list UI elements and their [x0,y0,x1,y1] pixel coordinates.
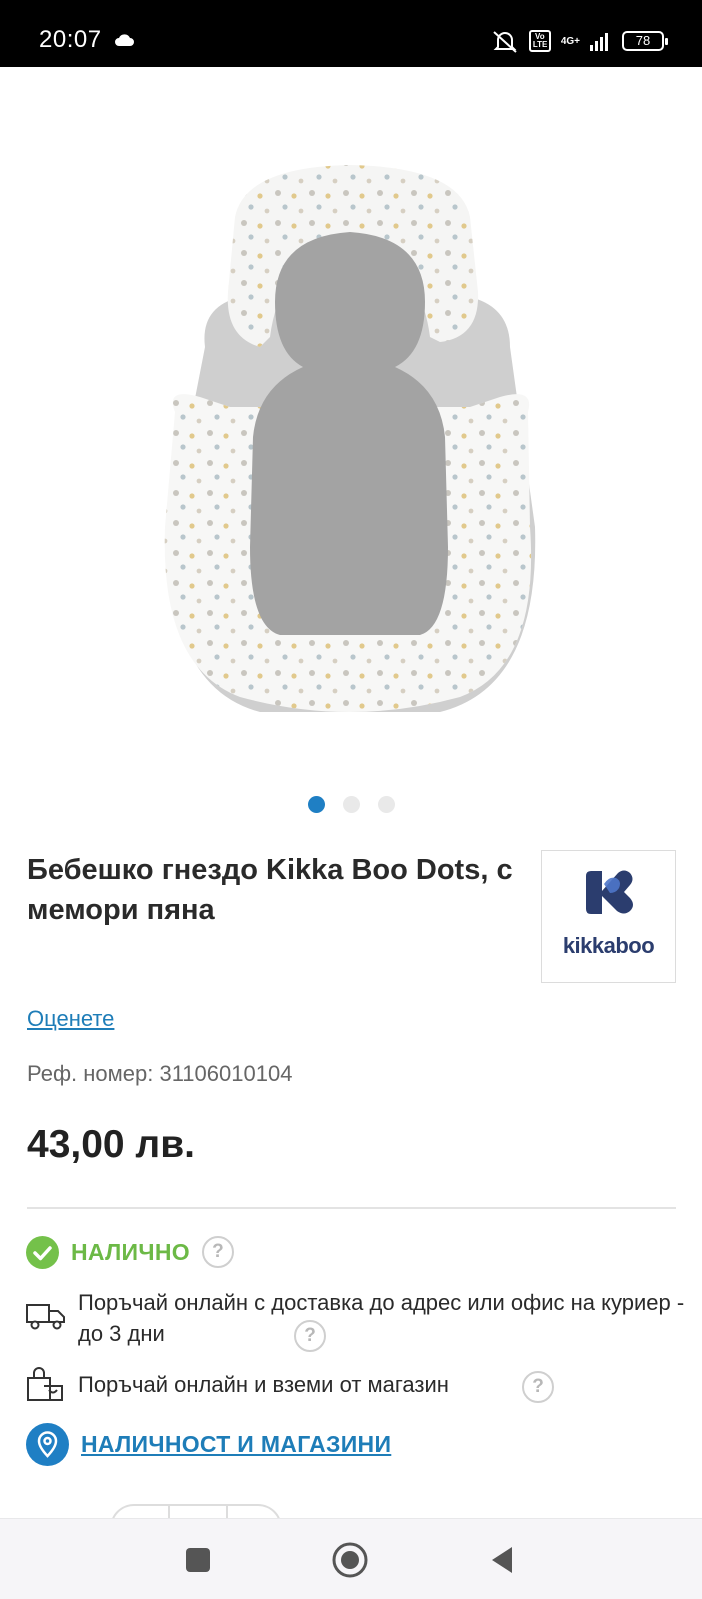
stock-status-label: НАЛИЧНО [71,1238,190,1265]
price: 43,00 лв. [27,1123,196,1166]
signal-icon [590,33,608,51]
status-bar: 20:07 Vo LTE 4G+ 78 [0,0,702,67]
stock-status: НАЛИЧНО ? [26,1235,234,1269]
stores-row[interactable]: НАЛИЧНОСТ И МАГАЗИНИ [26,1422,391,1466]
check-circle-icon [26,1235,59,1269]
status-icons: Vo LTE 4G+ 78 [491,28,668,54]
delivery-text: Поръчай онлайн с доставка до адрес или о… [78,1290,685,1346]
delivery-help-icon[interactable]: ? [294,1320,326,1352]
back-triangle-icon[interactable] [484,1541,522,1579]
recents-square-icon[interactable] [179,1541,217,1579]
divider [27,1207,676,1209]
carousel-indicator [0,796,702,813]
pickup-option: Поръчай онлайн и вземи от магазин ? [26,1366,686,1406]
kikkaboo-logo-icon [586,870,633,914]
stores-availability-link[interactable]: НАЛИЧНОСТ И МАГАЗИНИ [81,1431,391,1458]
product-title: Бебешко гнездо Kikka Boo Dots, с мемори … [27,854,513,926]
rate-link[interactable]: Оценете [27,1006,114,1032]
truck-icon [26,1304,65,1330]
stock-help-icon[interactable]: ? [201,1236,234,1268]
battery-icon: 78 [622,31,668,51]
shopping-bag-icon [27,1367,63,1401]
system-nav-bar [0,1518,702,1599]
cloud-icon [115,34,134,46]
home-circle-icon[interactable] [331,1541,369,1579]
status-time: 20:07 [39,26,102,53]
product-image[interactable] [0,67,702,772]
baby-nest-illustration [164,165,536,712]
pickup-help-icon[interactable]: ? [522,1371,554,1403]
carousel-dot-1[interactable] [307,796,325,813]
carousel-dot-2[interactable] [342,796,360,813]
location-pin-icon [26,1422,69,1466]
mute-icon [493,31,517,53]
carousel-dot-3[interactable] [377,796,395,813]
pickup-text: Поръчай онлайн и вземи от магазин [78,1372,449,1397]
brand-logo[interactable]: kikkaboo [541,850,676,983]
brand-logo-text: kikkaboo [562,933,655,958]
network-type: 4G+ [560,35,580,47]
volte-icon: Vo LTE [528,30,551,52]
reference-number: Реф. номер: 31106010104 [27,1061,293,1086]
